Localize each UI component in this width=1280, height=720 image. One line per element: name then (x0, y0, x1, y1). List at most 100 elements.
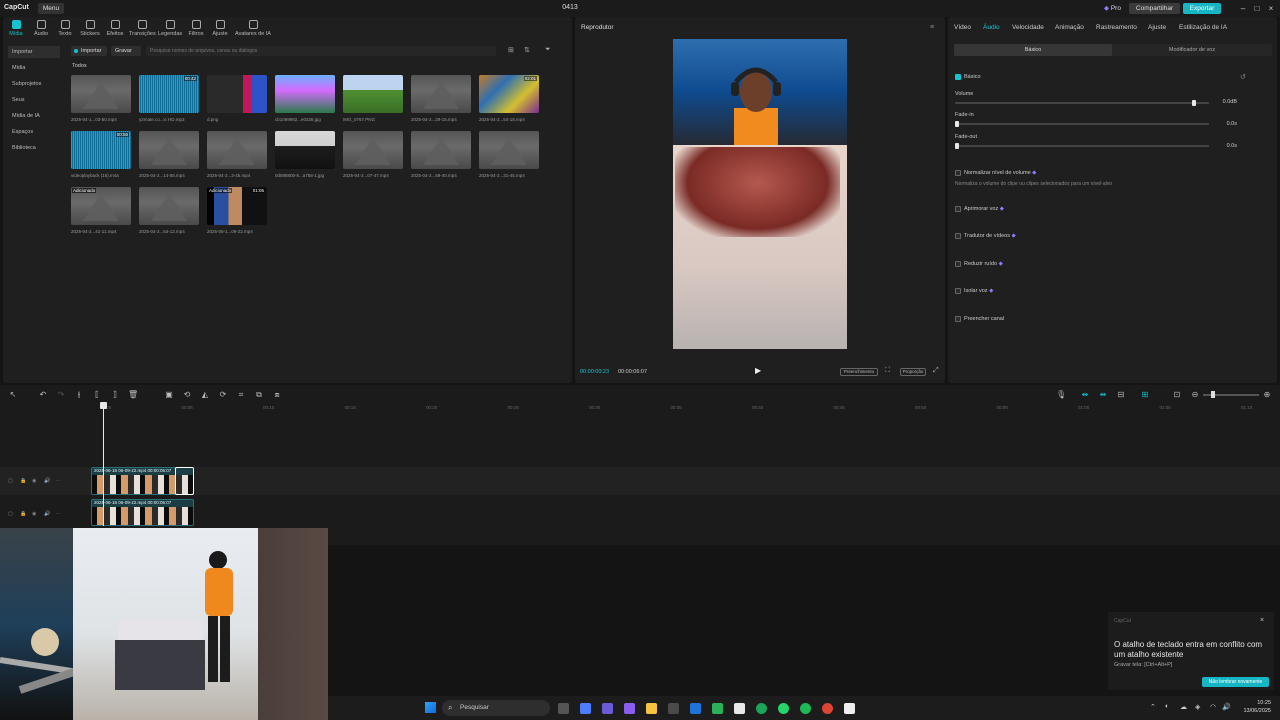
share-button[interactable]: Compartilhar (1129, 3, 1180, 14)
tab-tracking[interactable]: Rastreamento (1096, 24, 1137, 31)
enhance-voice-checkbox[interactable] (955, 206, 961, 212)
media-search-input[interactable]: Pesquise nomes de arquivos, cenas ou diá… (146, 46, 496, 56)
media-item[interactable] (71, 75, 131, 113)
playhead[interactable] (103, 402, 104, 526)
tool-stickers[interactable]: Stickers (78, 20, 102, 37)
freeze-icon[interactable]: ▣ (164, 390, 174, 400)
pro-badge[interactable]: ◆ Pro (1104, 4, 1121, 12)
taskbar-search[interactable]: Pesquisar (442, 700, 550, 716)
microphone-icon[interactable]: 🎙 (1056, 390, 1066, 400)
capcut-taskbar-icon[interactable] (844, 703, 855, 714)
track-visible-icon[interactable]: ◉ (32, 478, 38, 484)
filter-icon[interactable]: ⏷ (545, 46, 551, 54)
snap-icon[interactable]: ⇹ (1098, 390, 1108, 400)
tool-media[interactable]: Mídia (4, 20, 28, 37)
media-item[interactable] (207, 131, 267, 169)
browser-icon[interactable] (712, 703, 723, 714)
notepad-icon[interactable] (734, 703, 745, 714)
track2-mute-icon[interactable]: 🔊 (44, 511, 50, 517)
sidebar-item-import[interactable]: Importar (8, 46, 60, 58)
export-button[interactable]: Exportar (1183, 3, 1221, 14)
linkage-icon[interactable]: ⊞ (1140, 390, 1150, 400)
tray-cloud-icon[interactable]: ☁ (1180, 703, 1187, 711)
rotate-icon[interactable]: ⟳ (218, 390, 228, 400)
media-item[interactable] (411, 131, 471, 169)
delete-icon[interactable]: 🗑 (128, 390, 138, 400)
volume-slider-knob[interactable] (1191, 100, 1196, 106)
sidebar-item-subprojects[interactable]: Subprojetos (8, 78, 60, 90)
fill-button[interactable]: Preenchimento (840, 368, 878, 376)
reset-icon[interactable]: ↺ (1240, 73, 1246, 81)
fullscreen-icon[interactable]: ⤢ (933, 367, 939, 375)
ai-tool-icon[interactable]: ⧉ (254, 390, 264, 400)
mirror-icon[interactable]: ◭ (200, 390, 210, 400)
volume-icon[interactable]: 🔊 (1222, 703, 1231, 711)
media-item[interactable] (343, 131, 403, 169)
media-item[interactable] (275, 131, 335, 169)
store-icon[interactable] (624, 703, 635, 714)
track2-visible-icon[interactable]: ◉ (32, 511, 38, 517)
fadein-slider-knob[interactable] (955, 121, 959, 127)
track2-lock-icon[interactable]: 🔒 (20, 511, 26, 517)
zoom-slider-knob[interactable] (1211, 391, 1215, 398)
sort-icon[interactable]: ⇅ (524, 46, 530, 54)
tool-ai-avatars[interactable]: Avatares de IA (234, 20, 272, 37)
tray-app-icon[interactable]: ◐ (1165, 703, 1169, 710)
app-icon[interactable] (668, 703, 679, 714)
chrome-icon[interactable] (822, 703, 833, 714)
sidebar-item-spaces[interactable]: Espaços (8, 126, 60, 138)
media-item[interactable] (411, 75, 471, 113)
reduce-noise-checkbox[interactable] (955, 261, 961, 267)
tab-audio[interactable]: Áudio (983, 24, 1000, 31)
tool-filters[interactable]: Filtros (184, 20, 208, 37)
split-icon[interactable]: ⫲ (74, 390, 84, 400)
tray-app2-icon[interactable]: ◈ (1195, 703, 1200, 711)
track-mute-icon[interactable]: 🔊 (44, 478, 50, 484)
edge-icon[interactable] (756, 703, 767, 714)
windows-start-icon[interactable] (425, 702, 436, 713)
tab-video[interactable]: Vídeo (954, 24, 971, 31)
fadeout-slider[interactable] (955, 145, 1209, 147)
preview-axis-icon[interactable]: ⊟ (1116, 390, 1126, 400)
task-view-icon[interactable] (558, 703, 569, 714)
zoom-in-icon[interactable]: ⊕ (1262, 390, 1272, 400)
minimize-icon[interactable]: – (1236, 3, 1250, 14)
media-item[interactable] (139, 131, 199, 169)
volume-slider[interactable] (955, 102, 1209, 104)
tab-ai-styling[interactable]: Estilização de IA (1179, 24, 1227, 31)
normalize-checkbox[interactable] (955, 170, 961, 176)
tool-text[interactable]: Texto (53, 20, 77, 37)
tray-chevron-icon[interactable]: ⌃ (1150, 703, 1156, 711)
wifi-icon[interactable]: ◠ (1210, 703, 1216, 711)
reverse-icon[interactable]: ⟲ (182, 390, 192, 400)
grid-view-icon[interactable]: ⊞ (508, 46, 514, 54)
crop-tool-icon[interactable]: ⌗ (236, 390, 246, 400)
media-item[interactable]: Adicionado (71, 187, 131, 225)
split-right-icon[interactable]: ⟧ (110, 390, 120, 400)
isolate-voice-checkbox[interactable] (955, 288, 961, 294)
fadein-slider[interactable] (955, 123, 1209, 125)
player-menu-icon[interactable]: ≡ (930, 24, 934, 31)
toast-dismiss-button[interactable]: Não lembrar novamente (1202, 677, 1269, 687)
subtab-basic[interactable]: Básico (954, 44, 1112, 56)
fill-channel-checkbox[interactable] (955, 316, 961, 322)
track2-more-icon[interactable]: ⋯ (56, 511, 62, 517)
video-translator-checkbox[interactable] (955, 233, 961, 239)
menu-button[interactable]: Menu (38, 3, 64, 14)
spotify-icon[interactable] (800, 703, 811, 714)
link-icon[interactable]: ⇹ (1080, 390, 1090, 400)
tool-audio[interactable]: Áudio (29, 20, 53, 37)
media-item[interactable] (207, 75, 267, 113)
select-tool-icon[interactable]: ↖ (8, 390, 18, 400)
track-lock-icon[interactable]: 🔒 (20, 478, 26, 484)
copilot-icon[interactable] (580, 703, 591, 714)
sidebar-item-ai-media[interactable]: Mídia de IA (8, 110, 60, 122)
media-item[interactable]: 00:42 (139, 75, 199, 113)
undo-icon[interactable]: ↶ (38, 390, 48, 400)
zoom-fit-icon[interactable]: ⊡ (1172, 390, 1182, 400)
redo-icon[interactable]: ↷ (56, 390, 66, 400)
close-icon[interactable]: × (1264, 3, 1278, 14)
track2-cover-icon[interactable]: ▢ (8, 511, 14, 517)
media-item[interactable] (479, 131, 539, 169)
maximize-icon[interactable]: □ (1250, 3, 1264, 14)
